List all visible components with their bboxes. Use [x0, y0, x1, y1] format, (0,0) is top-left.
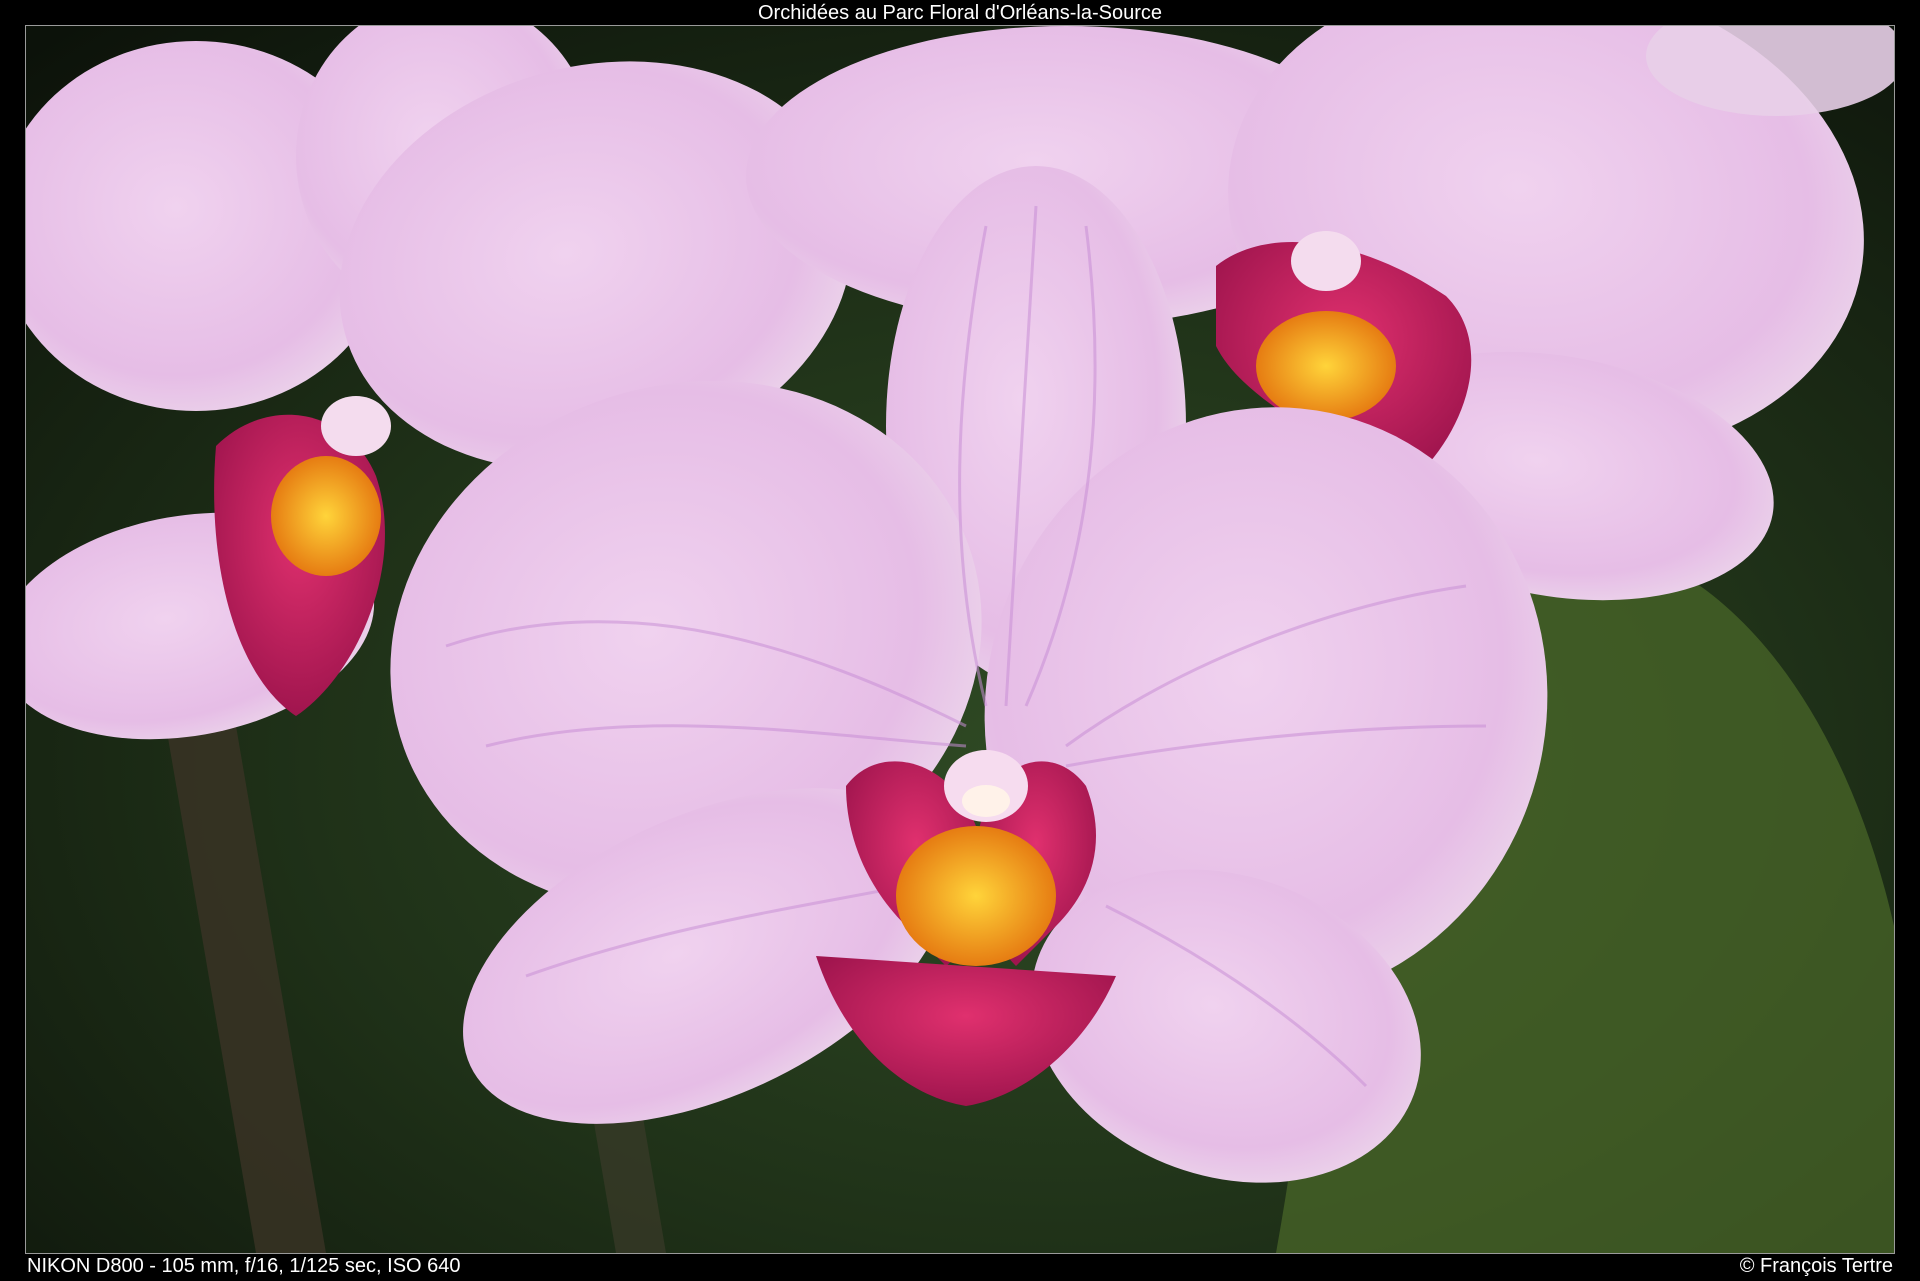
- copyright-notice: © François Tertre: [1739, 1255, 1893, 1277]
- photo-title: Orchidées au Parc Floral d'Orléans-la-So…: [758, 2, 1162, 24]
- orchid-illustration: [26, 26, 1894, 1253]
- photo-frame: Orchidées au Parc Floral d'Orléans-la-So…: [0, 0, 1920, 1281]
- orchid-photo: [25, 25, 1895, 1254]
- exif-info: NIKON D800 - 105 mm, f/16, 1/125 sec, IS…: [27, 1255, 461, 1277]
